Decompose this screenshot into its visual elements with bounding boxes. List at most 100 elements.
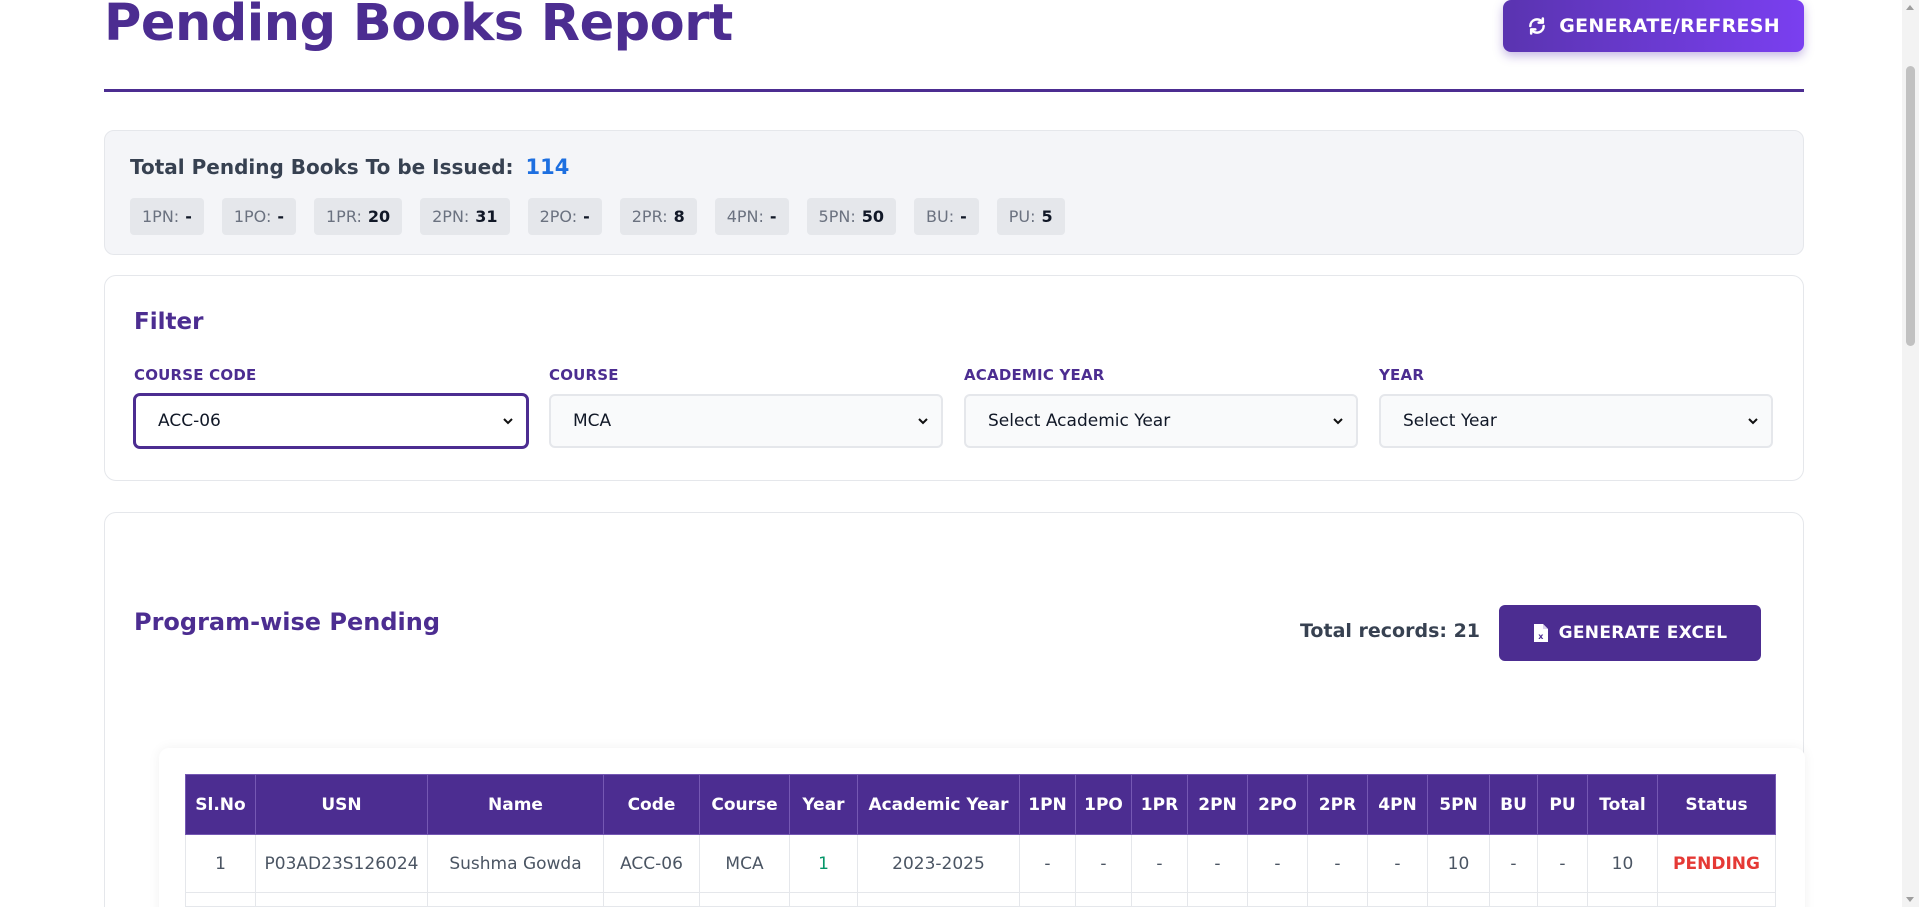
academic-year-field: ACADEMIC YEAR Select Academic Year bbox=[964, 366, 1358, 448]
cell-1pr: - bbox=[1131, 834, 1188, 893]
cell-usn: P03AD23S126024 bbox=[255, 834, 428, 893]
column-header: Sl.No bbox=[185, 774, 256, 835]
cell bbox=[185, 892, 256, 907]
cell-1pn: - bbox=[1019, 834, 1076, 893]
table-row bbox=[185, 892, 1776, 907]
column-header: Academic Year bbox=[857, 774, 1020, 835]
chip-1pn: 1PN: - bbox=[130, 198, 204, 235]
cell bbox=[1075, 892, 1132, 907]
cell bbox=[603, 892, 700, 907]
cell-2po: - bbox=[1247, 834, 1308, 893]
generate-refresh-button[interactable]: GENERATE/REFRESH bbox=[1503, 0, 1804, 52]
pending-table-container: Sl.No USN Name Code Course Year Academic… bbox=[159, 748, 1805, 907]
page-header: Pending Books Report GENERATE/REFRESH bbox=[104, 0, 1804, 92]
academic-year-label: ACADEMIC YEAR bbox=[964, 366, 1105, 384]
chip-5pn: 5PN: 50 bbox=[806, 198, 896, 235]
summary-line: Total Pending Books To be Issued: 114 bbox=[130, 155, 569, 179]
chip-value: - bbox=[277, 207, 284, 226]
program-title: Program-wise Pending bbox=[134, 608, 441, 636]
cell bbox=[857, 892, 1020, 907]
cell-total: 10 bbox=[1587, 834, 1658, 893]
chip-key: 4PN: bbox=[726, 207, 764, 226]
year-select[interactable]: Select Year bbox=[1379, 394, 1773, 448]
chip-value: - bbox=[769, 207, 777, 226]
column-header: 5PN bbox=[1427, 774, 1490, 835]
cell bbox=[1587, 892, 1658, 907]
generate-excel-button[interactable]: x GENERATE EXCEL bbox=[1499, 605, 1761, 661]
pending-summary-panel: Total Pending Books To be Issued: 114 1P… bbox=[104, 130, 1804, 255]
table-row: 1 P03AD23S126024 Sushma Gowda ACC-06 MCA… bbox=[185, 834, 1776, 893]
column-header: 2PR bbox=[1307, 774, 1368, 835]
cell-code: ACC-06 bbox=[603, 834, 700, 893]
status-badge: PENDING bbox=[1657, 834, 1776, 893]
chip-value: 31 bbox=[475, 207, 498, 226]
chip-key: 2PO: bbox=[539, 207, 578, 226]
cell-bu: - bbox=[1489, 834, 1538, 893]
chip-4pn: 4PN: - bbox=[714, 198, 789, 235]
chip-key: 1PN: bbox=[142, 207, 180, 226]
chevron-down-icon bbox=[503, 418, 513, 425]
course-code-select[interactable]: ACC-06 bbox=[134, 394, 528, 448]
cell-slno: 1 bbox=[185, 834, 256, 893]
chip-value: 50 bbox=[861, 207, 884, 226]
chevron-down-icon bbox=[1748, 418, 1758, 425]
column-header: Course bbox=[699, 774, 790, 835]
column-header: USN bbox=[255, 774, 428, 835]
scroll-up-arrow-icon[interactable] bbox=[1906, 5, 1914, 10]
cell bbox=[1019, 892, 1076, 907]
cell-4pn: - bbox=[1367, 834, 1428, 893]
year-label: YEAR bbox=[1379, 366, 1425, 384]
chip-2pr: 2PR: 8 bbox=[619, 198, 697, 235]
cell-academic-year: 2023-2025 bbox=[857, 834, 1020, 893]
column-header: Status bbox=[1657, 774, 1776, 835]
column-header: 4PN bbox=[1367, 774, 1428, 835]
program-wise-card: Program-wise Pending Total records: 21 x… bbox=[104, 512, 1805, 907]
course-select[interactable]: MCA bbox=[549, 394, 943, 448]
svg-text:x: x bbox=[1538, 632, 1544, 641]
chip-value: - bbox=[960, 207, 967, 226]
cell-name: Sushma Gowda bbox=[427, 834, 604, 893]
scrollbar-thumb[interactable] bbox=[1906, 66, 1915, 346]
column-header: Total bbox=[1587, 774, 1658, 835]
course-code-label: COURSE CODE bbox=[134, 366, 257, 384]
cell bbox=[427, 892, 604, 907]
year-field: YEAR Select Year bbox=[1379, 366, 1773, 448]
chip-value: - bbox=[185, 207, 192, 226]
column-header: 2PO bbox=[1247, 774, 1308, 835]
refresh-icon bbox=[1529, 17, 1546, 35]
excel-file-icon: x bbox=[1533, 624, 1548, 642]
chip-2po: 2PO: - bbox=[527, 198, 602, 235]
course-code-value: ACC-06 bbox=[158, 411, 221, 431]
cell-2pn: - bbox=[1187, 834, 1248, 893]
cell bbox=[1657, 892, 1776, 907]
course-value: MCA bbox=[573, 411, 612, 431]
column-header: PU bbox=[1537, 774, 1588, 835]
academic-year-value: Select Academic Year bbox=[988, 411, 1171, 431]
total-records: Total records: 21 bbox=[1300, 620, 1481, 642]
scroll-down-arrow-icon[interactable] bbox=[1906, 897, 1914, 902]
cell bbox=[1367, 892, 1428, 907]
academic-year-select[interactable]: Select Academic Year bbox=[964, 394, 1358, 448]
chip-2pn: 2PN: 31 bbox=[420, 198, 510, 235]
chip-key: 5PN: bbox=[818, 207, 856, 226]
cell-1po: - bbox=[1075, 834, 1132, 893]
cell bbox=[789, 892, 858, 907]
chip-key: 2PR: bbox=[631, 207, 668, 226]
chip-1po: 1PO: - bbox=[221, 198, 296, 235]
page: Pending Books Report GENERATE/REFRESH To… bbox=[104, 0, 1805, 907]
course-label: COURSE bbox=[549, 366, 619, 384]
page-title: Pending Books Report bbox=[104, 0, 733, 53]
chevron-down-icon bbox=[1333, 418, 1343, 425]
cell bbox=[1131, 892, 1188, 907]
cell-pu: - bbox=[1537, 834, 1588, 893]
column-header: 1PN bbox=[1019, 774, 1076, 835]
cell-course: MCA bbox=[699, 834, 790, 893]
page-scrollbar[interactable] bbox=[1902, 0, 1919, 907]
cell-2pr: - bbox=[1307, 834, 1368, 893]
cell-5pn: 10 bbox=[1427, 834, 1490, 893]
cell bbox=[1307, 892, 1368, 907]
chip-key: 1PR: bbox=[326, 207, 362, 226]
cell bbox=[1187, 892, 1248, 907]
column-header: Code bbox=[603, 774, 700, 835]
chip-key: 1PO: bbox=[233, 207, 272, 226]
